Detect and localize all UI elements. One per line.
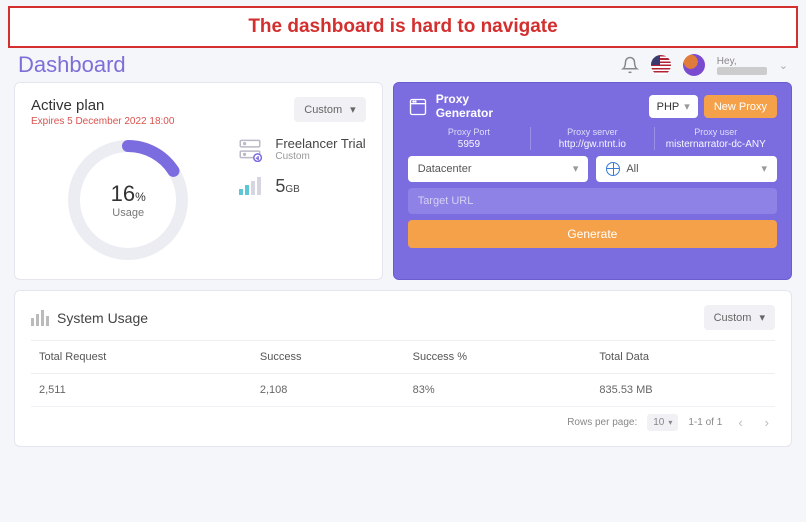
proxy-type-label: Datacenter <box>418 163 472 175</box>
cell-success-pct: 83% <box>405 374 592 407</box>
bell-icon[interactable] <box>621 56 639 74</box>
proxy-generator-card: ProxyGenerator PHP ▾ New Proxy Proxy Port… <box>393 82 792 280</box>
proxy-title-l2: Generator <box>436 107 493 121</box>
chevron-down-icon: ▾ <box>759 311 765 324</box>
system-usage-card: System Usage Custom ▾ Total Request Succe… <box>14 290 792 447</box>
data-amount: 5 <box>275 176 285 196</box>
greeting-label: Hey, <box>717 56 767 67</box>
system-dropdown-label: Custom <box>714 312 752 324</box>
tier-name: Freelancer Trial <box>275 136 365 151</box>
proxy-title: ProxyGenerator <box>408 93 493 121</box>
annotation-banner: The dashboard is hard to navigate <box>8 6 798 48</box>
proxy-region-select[interactable]: All ▾ <box>596 156 777 182</box>
user-value: misternarrator-dc-ANY <box>659 139 773 150</box>
proxy-head: ProxyGenerator PHP ▾ New Proxy <box>408 93 777 121</box>
cell-total-data: 835.53 MB <box>591 374 775 407</box>
usage-gauge: 16% Usage <box>63 135 193 265</box>
plan-expiry: Expires 5 December 2022 18:00 <box>31 116 225 127</box>
table-row: 2,511 2,108 83% 835.53 MB <box>31 374 775 407</box>
user-menu-chevron-icon[interactable]: ⌄ <box>779 59 788 72</box>
active-plan-card: Active plan Expires 5 December 2022 18:0… <box>14 82 383 280</box>
col-total-data: Total Data <box>591 341 775 374</box>
gauge-center: 16% Usage <box>63 135 193 265</box>
locale-flag-icon[interactable] <box>651 55 671 75</box>
col-total-request: Total Request <box>31 341 252 374</box>
chevron-down-icon: ▾ <box>668 418 672 427</box>
topbar-right: Hey, ⌄ <box>621 54 788 76</box>
data-unit: GB <box>285 184 299 195</box>
server-icon <box>237 136 263 162</box>
plan-tier-row: Freelancer Trial Custom <box>237 136 365 162</box>
system-title-label: System Usage <box>57 310 148 326</box>
rows-per-page-select[interactable]: 10 ▾ <box>647 414 678 431</box>
system-title: System Usage <box>31 310 148 326</box>
proxy-region-label: All <box>626 163 638 175</box>
prev-page-button[interactable]: ‹ <box>732 413 748 432</box>
system-head: System Usage Custom ▾ <box>31 305 775 330</box>
proxy-title-l1: Proxy <box>436 93 493 107</box>
usage-label: Usage <box>112 207 144 219</box>
chevron-down-icon: ▾ <box>761 162 767 175</box>
proxy-type-select[interactable]: Datacenter ▾ <box>408 156 589 182</box>
globe-icon <box>606 162 620 176</box>
proxy-stats: Proxy Port 5959 Proxy server http://gw.ntn… <box>408 127 777 150</box>
generate-button[interactable]: Generate <box>408 220 777 248</box>
chevron-down-icon: ▾ <box>573 162 579 175</box>
plan-right: Custom ▾ Freelancer Trial Custom 5GB <box>237 97 365 265</box>
avatar[interactable] <box>683 54 705 76</box>
usage-percent: 16 <box>111 181 135 206</box>
username-redacted <box>717 67 767 75</box>
system-dropdown[interactable]: Custom ▾ <box>704 305 775 330</box>
server-label: Proxy server <box>535 127 649 137</box>
pager: Rows per page: 10 ▾ 1-1 of 1 ‹ › <box>31 406 775 432</box>
col-success-pct: Success % <box>405 341 592 374</box>
system-table: Total Request Success Success % Total Da… <box>31 340 775 406</box>
plan-left: Active plan Expires 5 December 2022 18:0… <box>31 97 225 265</box>
server-value: http://gw.ntnt.io <box>535 139 649 150</box>
user-label: Proxy user <box>659 127 773 137</box>
plan-data-row: 5GB <box>237 176 365 197</box>
plan-dropdown-label: Custom <box>304 104 342 116</box>
proxy-icon <box>408 97 428 117</box>
cards-row: Active plan Expires 5 December 2022 18:0… <box>0 82 806 280</box>
signal-icon <box>237 177 263 197</box>
rows-per-page-label: Rows per page: <box>567 417 637 428</box>
port-label: Proxy Port <box>412 127 526 137</box>
page-info: 1-1 of 1 <box>688 417 722 428</box>
col-success: Success <box>252 341 405 374</box>
cell-total-request: 2,511 <box>31 374 252 407</box>
rpp-value: 10 <box>653 417 664 428</box>
chevron-down-icon: ▾ <box>350 103 356 116</box>
topbar: Dashboard Hey, ⌄ <box>0 52 806 82</box>
plan-title: Active plan <box>31 97 225 114</box>
plan-dropdown[interactable]: Custom ▾ <box>294 97 365 122</box>
target-url-input[interactable] <box>408 188 777 214</box>
cell-success: 2,108 <box>252 374 405 407</box>
next-page-button[interactable]: › <box>759 413 775 432</box>
proxy-lang-dropdown[interactable]: PHP ▾ <box>649 95 698 118</box>
page-title: Dashboard <box>18 52 126 78</box>
tier-sub: Custom <box>275 151 365 162</box>
percent-sign: % <box>135 190 146 204</box>
chart-icon <box>31 310 49 326</box>
port-value: 5959 <box>412 139 526 150</box>
greeting: Hey, <box>717 56 767 75</box>
new-proxy-button[interactable]: New Proxy <box>704 95 777 118</box>
chevron-down-icon: ▾ <box>684 100 690 113</box>
proxy-lang-label: PHP <box>657 101 680 113</box>
